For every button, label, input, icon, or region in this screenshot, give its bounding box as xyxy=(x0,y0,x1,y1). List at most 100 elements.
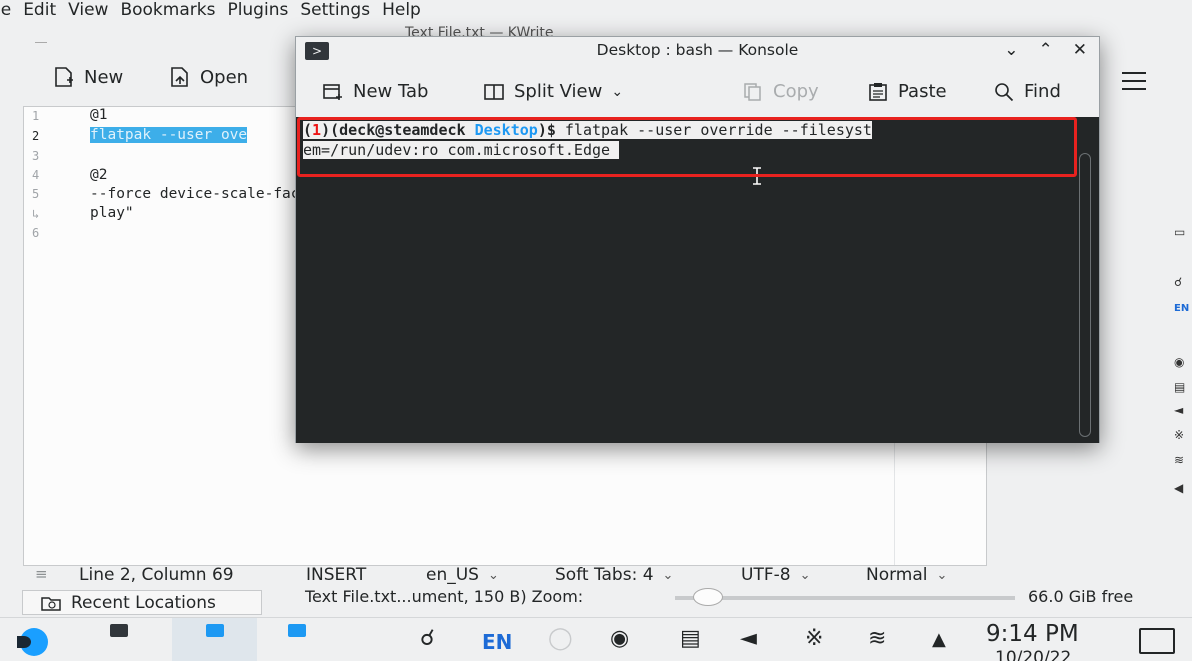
highlight-mode-selector[interactable]: Normal ⌄ xyxy=(866,565,947,585)
bluetooth-icon[interactable]: ※ xyxy=(1174,428,1184,442)
chevron-down-icon: ⌄ xyxy=(936,567,948,583)
line-number: 2 xyxy=(32,129,40,143)
konsole-title: Desktop : bash — Konsole xyxy=(596,41,799,59)
task-files[interactable] xyxy=(258,618,343,661)
menu-bar: le Edit View Bookmarks Plugins Settings … xyxy=(0,0,1192,22)
menu-help[interactable]: Help xyxy=(382,0,433,22)
find-icon xyxy=(993,82,1015,102)
clock-time[interactable]: 9:14 PM xyxy=(986,621,1079,647)
task-kwrite[interactable] xyxy=(172,618,257,661)
new-label: New xyxy=(84,66,124,88)
window-controls: ⌄ ⌃ ✕ xyxy=(1004,40,1087,60)
line-number: 4 xyxy=(32,168,40,182)
volume-icon[interactable]: ◄ xyxy=(740,626,757,651)
menu-settings[interactable]: Settings xyxy=(300,0,382,22)
new-tab-label: New Tab xyxy=(353,81,429,102)
code-line: play" xyxy=(90,205,134,221)
wrap-indicator: ↳ xyxy=(32,207,40,221)
monitor-icon[interactable]: ▭ xyxy=(1174,225,1185,239)
konsole-titlebar: > Desktop : bash — Konsole ⌄ ⌃ ✕ xyxy=(296,37,1099,67)
wifi-icon[interactable]: ≋ xyxy=(868,626,886,651)
line-number-gutter: 1 2 3 4 5 ↳ 6 xyxy=(24,107,72,565)
clock-date[interactable]: 10/20/22 xyxy=(995,648,1071,661)
code-line-selected: flatpak --user ove xyxy=(90,127,248,143)
steam-icon[interactable]: ◯ xyxy=(548,626,573,651)
menu-edit[interactable]: Edit xyxy=(23,0,68,22)
chevron-down-icon: ⌄ xyxy=(799,567,811,583)
task-dolphin[interactable] xyxy=(75,618,160,661)
show-desktop-icon[interactable] xyxy=(1139,628,1175,654)
keyboard-layout-indicator[interactable]: EN xyxy=(482,630,512,654)
folder-icon xyxy=(288,624,306,637)
encoding-selector[interactable]: UTF-8 ⌄ xyxy=(741,565,810,585)
dictionary-selector[interactable]: en_US ⌄ xyxy=(426,565,499,585)
clipboard-icon[interactable]: ▤ xyxy=(680,626,701,651)
input-mode[interactable]: INSERT xyxy=(306,565,366,585)
expand-tray-icon[interactable]: ◀ xyxy=(1174,481,1183,495)
chevron-down-icon: ⌄ xyxy=(662,567,674,583)
zoom-slider-handle[interactable] xyxy=(693,588,723,606)
hamburger-menu-icon[interactable] xyxy=(1122,72,1146,90)
file-manager-icon xyxy=(110,624,128,637)
find-button[interactable]: Find xyxy=(993,81,1061,102)
taskbar: ☌ EN ◯ ◉ ▤ ◄ ※ ≋ ▲ 9:14 PM 10/20/22 xyxy=(0,617,1192,661)
terminal-scrollbar[interactable] xyxy=(1079,153,1091,437)
minimize-icon[interactable]: ⌄ xyxy=(1004,40,1018,60)
indentation-selector[interactable]: Soft Tabs: 4 ⌄ xyxy=(555,565,673,585)
konsole-window: > Desktop : bash — Konsole ⌄ ⌃ ✕ New Tab… xyxy=(295,36,1100,443)
wifi-icon[interactable]: ≋ xyxy=(1174,453,1184,467)
chevron-down-icon: ⌄ xyxy=(611,83,624,100)
new-button[interactable]: New xyxy=(52,66,123,88)
recent-locations-label: Recent Locations xyxy=(71,592,216,613)
expand-tray-icon[interactable]: ▲ xyxy=(932,629,946,650)
menu-file[interactable]: le xyxy=(0,0,23,22)
split-view-button[interactable]: Split View ⌄ xyxy=(483,81,623,102)
annotation-highlight xyxy=(297,117,1077,177)
copy-label: Copy xyxy=(773,81,819,102)
split-view-label: Split View xyxy=(514,81,603,102)
recent-locations-tab[interactable]: Recent Locations xyxy=(22,590,262,615)
line-number: 1 xyxy=(32,109,40,123)
paste-icon xyxy=(867,82,889,102)
line-number: 6 xyxy=(32,226,40,240)
find-label: Find xyxy=(1024,81,1061,102)
window-menu-icon[interactable] xyxy=(35,42,47,43)
split-view-icon xyxy=(483,82,505,102)
paste-label: Paste xyxy=(898,81,947,102)
copy-icon xyxy=(742,82,764,102)
bluetooth-icon[interactable]: ※ xyxy=(805,626,823,651)
zoom-slider[interactable] xyxy=(675,596,1015,600)
update-icon[interactable]: ◉ xyxy=(1174,355,1184,369)
notifications-icon[interactable]: ☌ xyxy=(420,626,435,651)
copy-button[interactable]: Copy xyxy=(742,81,819,102)
recent-locations-icon xyxy=(41,595,61,611)
code-line: @1 xyxy=(90,107,108,123)
new-document-icon xyxy=(52,66,76,88)
statusbar-menu-icon[interactable]: ≡ xyxy=(35,565,48,583)
close-icon[interactable]: ✕ xyxy=(1073,40,1087,60)
new-tab-button[interactable]: New Tab xyxy=(322,81,428,102)
file-info-text: Text File.txt...ument, 150 B) Zoom: xyxy=(305,587,584,606)
chevron-down-icon: ⌄ xyxy=(487,567,499,583)
notifications-icon[interactable]: ☌ xyxy=(1174,275,1182,289)
line-number: 3 xyxy=(32,149,40,163)
code-line: @2 xyxy=(90,167,108,183)
update-icon[interactable]: ◉ xyxy=(610,626,629,651)
open-button[interactable]: Open xyxy=(168,66,248,88)
menu-view[interactable]: View xyxy=(68,0,120,22)
paste-button[interactable]: Paste xyxy=(867,81,947,102)
cursor-position[interactable]: Line 2, Column 69 xyxy=(79,565,234,585)
free-space-label: 66.0 GiB free xyxy=(1028,587,1134,606)
launcher-icon[interactable] xyxy=(17,628,48,656)
right-panel-edge: ▭ ☌ EN ◉ ▤ ◄ ※ ≋ ◀ xyxy=(1168,225,1192,605)
open-folder-icon xyxy=(168,66,192,88)
new-tab-icon xyxy=(322,82,344,102)
clipboard-icon[interactable]: ▤ xyxy=(1174,380,1185,394)
volume-icon[interactable]: ◄ xyxy=(1174,403,1183,417)
menu-bookmarks[interactable]: Bookmarks xyxy=(120,0,227,22)
menu-plugins[interactable]: Plugins xyxy=(227,0,300,22)
kwrite-icon xyxy=(206,624,224,637)
maximize-icon[interactable]: ⌃ xyxy=(1039,40,1053,60)
keyboard-layout-label[interactable]: EN xyxy=(1174,303,1189,314)
open-label: Open xyxy=(200,66,249,88)
